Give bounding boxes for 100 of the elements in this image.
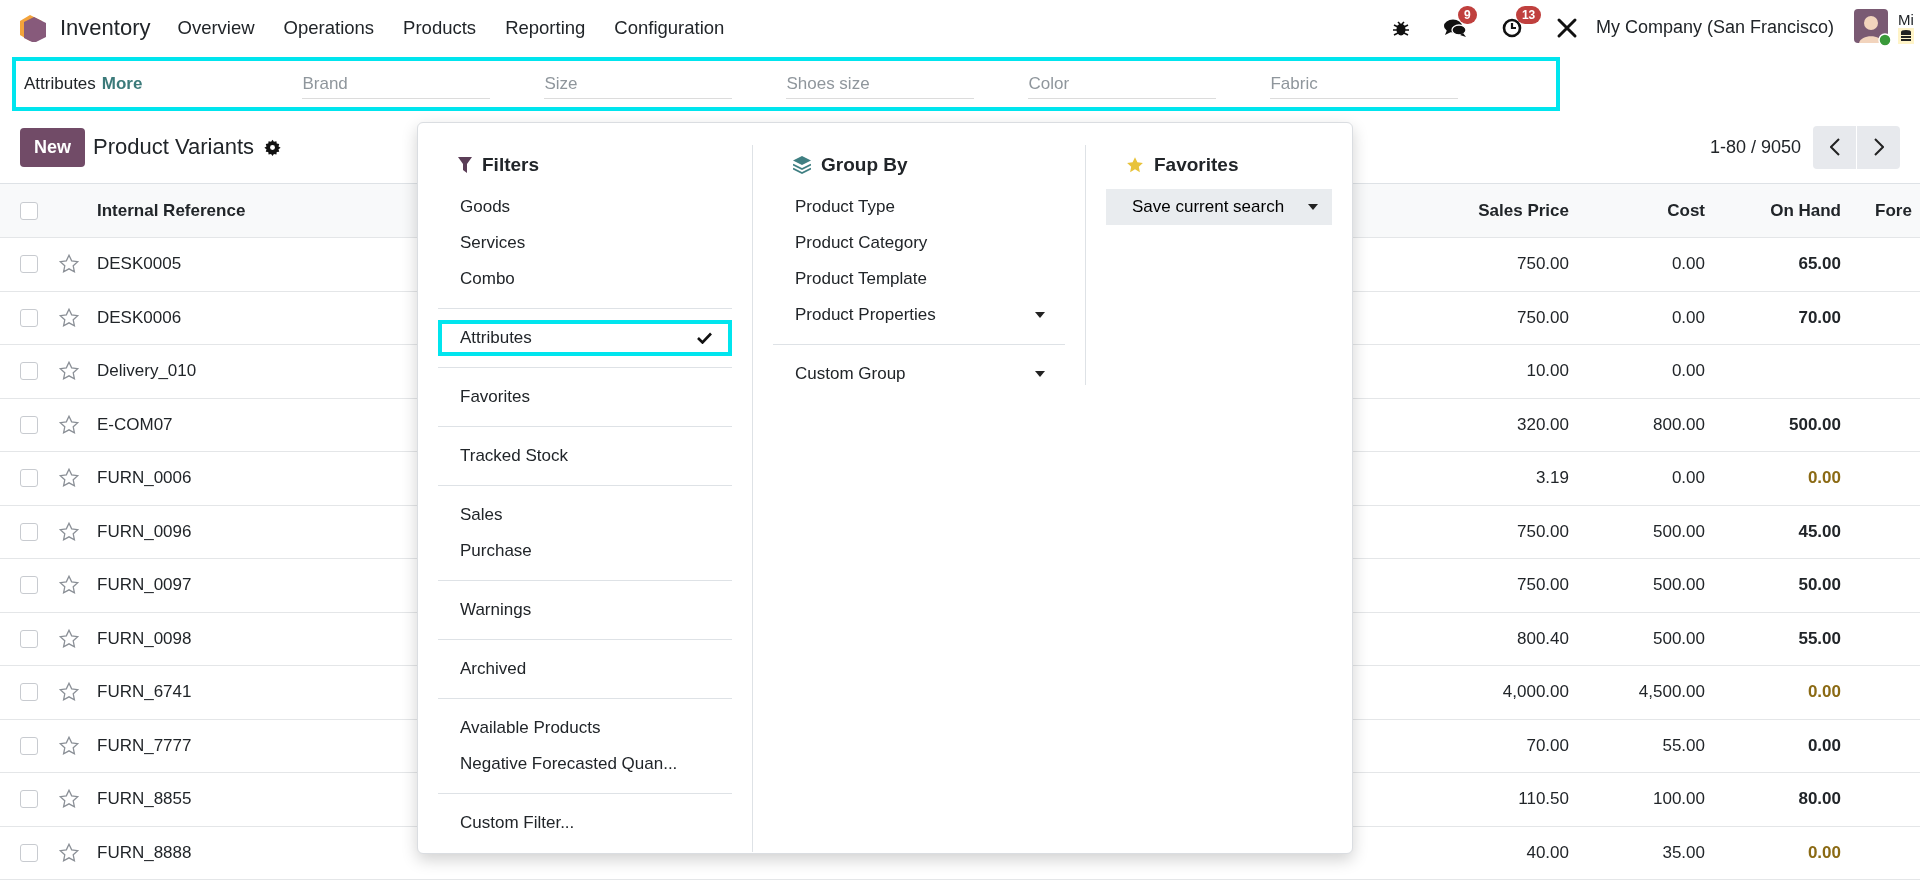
favorites-heading: Favorites (1154, 154, 1239, 176)
row-checkbox[interactable] (20, 790, 38, 809)
star-icon[interactable] (58, 574, 80, 597)
app-logo-icon[interactable] (20, 13, 46, 42)
attribute-field[interactable]: Brand (302, 69, 491, 99)
table-cell-text: 800.00 (1652, 414, 1705, 435)
star-icon[interactable] (58, 788, 80, 811)
more-link[interactable]: More (101, 74, 143, 94)
chat-icon[interactable] (1443, 17, 1468, 38)
menu-item[interactable]: Configuration (614, 16, 725, 39)
star-icon[interactable] (58, 253, 80, 276)
save-search-button[interactable]: Save current search (1106, 189, 1332, 225)
row-checkbox[interactable] (20, 469, 38, 488)
row-checkbox[interactable] (20, 522, 38, 541)
filter-icon (458, 157, 472, 173)
menu-item[interactable]: Reporting (505, 16, 586, 39)
filter-option[interactable]: Purchase (438, 533, 732, 569)
table-cell-text: 70.00 (1797, 307, 1841, 328)
table-cell-text: 0.00 (1670, 361, 1705, 382)
star-icon[interactable] (58, 841, 80, 864)
filter-option[interactable]: Favorites (438, 379, 732, 415)
filter-option[interactable]: Attributes (438, 320, 732, 356)
checkmark-icon (697, 332, 712, 344)
group-by-option[interactable]: Product Type (773, 189, 1065, 225)
caret-icon (1035, 371, 1045, 377)
star-icon[interactable] (58, 681, 80, 704)
page-title: Product Variants (93, 134, 255, 160)
star-icon[interactable] (58, 360, 80, 383)
filter-option[interactable]: Archived (438, 651, 732, 687)
attribute-field[interactable]: Size (544, 69, 733, 99)
menu-item[interactable]: Operations (283, 16, 375, 39)
filter-option[interactable]: Tracked Stock (438, 438, 732, 474)
layers-icon (793, 156, 811, 174)
filter-option[interactable]: Goods (438, 189, 732, 225)
row-checkbox[interactable] (20, 255, 38, 274)
table-cell: FURN_0006 (97, 468, 192, 489)
row-checkbox[interactable] (20, 683, 38, 702)
menu-item[interactable]: Products (403, 16, 477, 39)
filter-option[interactable]: Sales (438, 497, 732, 533)
column-header[interactable]: Fore (1841, 200, 1920, 221)
row-checkbox[interactable] (20, 843, 38, 862)
group-by-option[interactable]: Product Category (773, 225, 1065, 261)
next-page-button[interactable] (1857, 125, 1900, 169)
table-cell-text: 55.00 (1661, 735, 1705, 756)
table-cell-text: 0.00 (1806, 682, 1841, 703)
table-cell-text: 80.00 (1797, 789, 1841, 810)
attribute-field[interactable]: Fabric (1270, 69, 1459, 99)
star-icon[interactable] (58, 520, 80, 543)
menu-item[interactable]: Overview (177, 16, 255, 39)
star-icon[interactable] (58, 467, 80, 490)
column-header[interactable]: Sales Price (1433, 200, 1569, 221)
row-checkbox[interactable] (20, 362, 38, 381)
table-cell-text: 320.00 (1516, 414, 1569, 435)
filter-option[interactable]: Negative Forecasted Quan... (438, 746, 732, 782)
new-button[interactable]: New (20, 127, 85, 167)
row-checkbox[interactable] (20, 629, 38, 648)
group-by-option[interactable]: Product Properties (773, 297, 1065, 333)
star-icon[interactable] (58, 306, 80, 329)
bug-icon[interactable] (1391, 18, 1410, 37)
row-checkbox[interactable] (20, 415, 38, 434)
column-header[interactable]: On Hand (1705, 200, 1841, 221)
group-by-option[interactable]: Product Template (773, 261, 1065, 297)
settings-icon[interactable] (264, 138, 282, 156)
message-count-badge: 9 (1457, 5, 1477, 24)
filter-option[interactable]: Combo (438, 261, 732, 297)
table-cell-text: 65.00 (1797, 254, 1841, 275)
user-name[interactable]: Mi (1898, 11, 1920, 28)
pager-value[interactable]: 1-80 / 9050 (1709, 136, 1801, 158)
table-cell-text: 750.00 (1516, 254, 1569, 275)
app-name[interactable]: Inventory (60, 14, 151, 41)
table-cell-text: 800.40 (1516, 628, 1569, 649)
star-icon[interactable] (58, 734, 80, 757)
row-checkbox[interactable] (20, 308, 38, 327)
table-cell-text: 750.00 (1516, 575, 1569, 596)
table-cell: FURN_0096 (97, 521, 192, 542)
filter-option[interactable]: Available Products (438, 710, 732, 746)
star-icon[interactable] (58, 627, 80, 650)
attribute-field[interactable]: Shoes size (786, 69, 975, 99)
company-name[interactable]: My Company (San Francisco) (1595, 17, 1834, 38)
table-cell: DESK0006 (97, 307, 182, 328)
table-cell: FURN_0098 (97, 628, 192, 649)
row-checkbox[interactable] (20, 736, 38, 755)
select-all-checkbox[interactable] (20, 201, 38, 220)
table-cell: FURN_0097 (97, 575, 192, 596)
clock-icon[interactable] (1501, 17, 1522, 38)
row-checkbox[interactable] (20, 576, 38, 595)
attribute-field[interactable]: Color (1028, 69, 1217, 99)
avatar-icon[interactable] (1854, 8, 1892, 47)
column-header[interactable]: Cost (1569, 200, 1705, 221)
table-cell-text: 35.00 (1661, 842, 1705, 863)
column-header[interactable]: Internal Reference (97, 200, 246, 221)
filter-option[interactable]: Services (438, 225, 732, 261)
filter-option[interactable]: Custom Filter... (438, 805, 732, 841)
table-cell: FURN_8888 (97, 842, 192, 863)
previous-page-button[interactable] (1813, 125, 1856, 169)
star-icon (1126, 156, 1144, 174)
activity-count-badge: 13 (1515, 5, 1542, 24)
group-by-option[interactable]: Custom Group (773, 356, 1065, 392)
star-icon[interactable] (58, 413, 80, 436)
filter-option[interactable]: Warnings (438, 592, 732, 628)
